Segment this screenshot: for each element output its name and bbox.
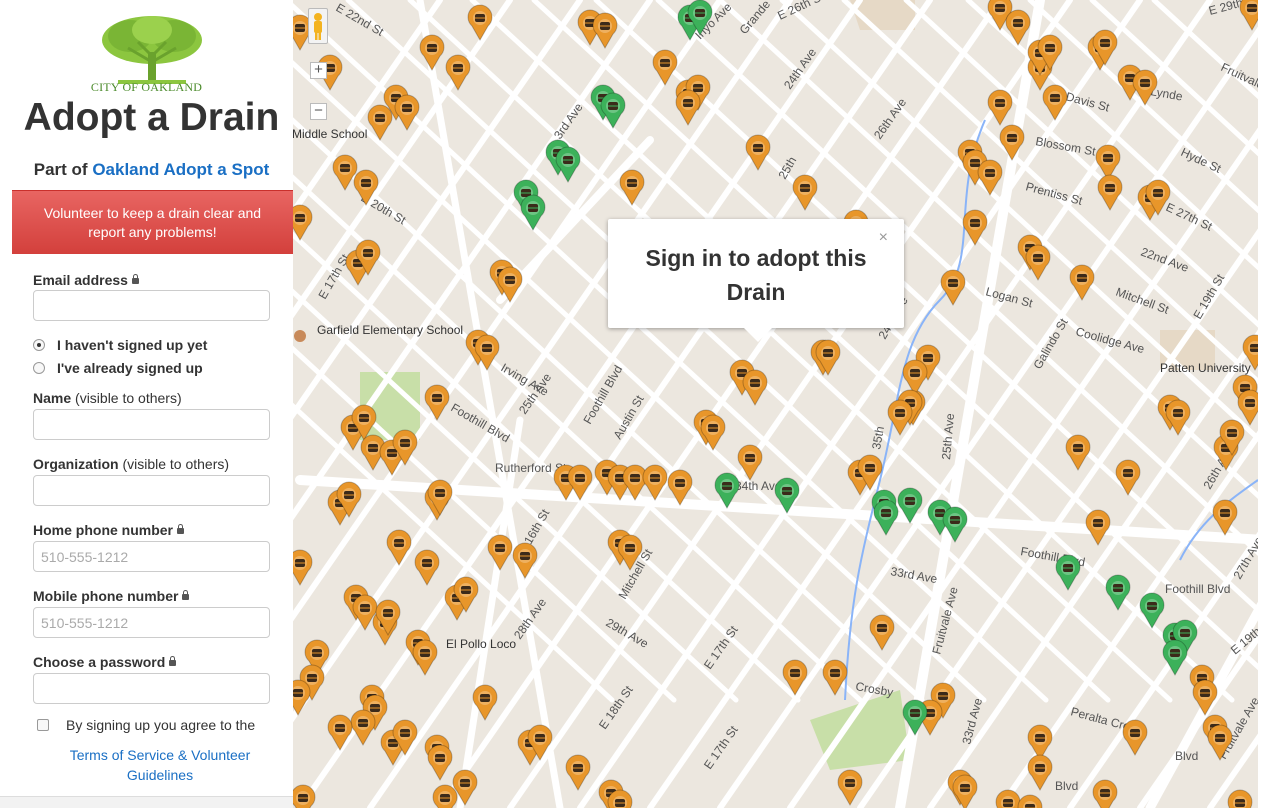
organization-label: Organization (visible to others)	[33, 456, 229, 472]
radio-selected-icon[interactable]	[33, 339, 45, 351]
radio-new-user[interactable]: I haven't signed up yet	[33, 337, 207, 353]
street-label: Crosby	[854, 679, 894, 699]
place-label: El Pollo Loco	[446, 637, 516, 651]
password-label: Choose a password	[33, 654, 177, 670]
sidebar: CITY OF OAKLAND Adopt a Drain Part of Oa…	[0, 0, 294, 808]
name-field[interactable]	[33, 409, 270, 440]
mobile-phone-label: Mobile phone number	[33, 588, 190, 604]
name-hint: (visible to others)	[75, 390, 182, 406]
agree-text: By signing up you agree to the	[66, 717, 256, 733]
street-label: 35th	[869, 425, 887, 450]
password-field[interactable]	[33, 673, 270, 704]
street-label: Foothill Blvd	[1165, 582, 1230, 596]
street-label: Prentiss St	[1024, 179, 1084, 208]
lock-icon	[182, 590, 190, 600]
name-label: Name (visible to others)	[33, 390, 182, 406]
terms-checkbox[interactable]	[37, 719, 49, 731]
street-label: Coolidge Ave	[1074, 324, 1146, 356]
avenue-line	[456, 416, 524, 808]
street-label: 25th Ave	[939, 412, 957, 460]
street-view-pegman[interactable]	[308, 8, 328, 44]
street-label: 25th	[775, 154, 799, 181]
password-label-text: Choose a password	[33, 654, 166, 670]
lock-icon	[169, 656, 177, 666]
street-label: Blvd	[1175, 749, 1198, 763]
home-phone-label: Home phone number	[33, 522, 185, 538]
adopt-a-spot-link[interactable]: Oakland Adopt a Spot	[92, 160, 269, 179]
oakland-tree-logo	[102, 16, 202, 84]
street-label: 33rd Ave	[889, 564, 938, 586]
zoom-in-button[interactable]: +	[310, 62, 327, 79]
street-label: E 22nd St	[334, 0, 387, 39]
radio-unselected-icon[interactable]	[33, 362, 45, 374]
place-label: Patten University	[1160, 361, 1251, 375]
email-field[interactable]	[33, 290, 270, 321]
email-label: Email address	[33, 272, 139, 288]
email-label-text: Email address	[33, 272, 128, 288]
lock-icon	[131, 274, 139, 284]
street-label: Blvd	[1055, 779, 1078, 793]
street-label: 29th Ave	[604, 615, 652, 651]
radio-existing-user-label: I've already signed up	[57, 360, 203, 376]
mobile-phone-field[interactable]	[33, 607, 270, 638]
volunteer-banner: Volunteer to keep a drain clear and repo…	[12, 190, 293, 254]
home-phone-field[interactable]	[33, 541, 270, 572]
popup-title-line2: Drain	[726, 279, 786, 305]
mobile-phone-label-text: Mobile phone number	[33, 588, 179, 604]
radio-existing-user[interactable]: I've already signed up	[33, 360, 203, 376]
organization-field[interactable]	[33, 475, 270, 506]
map-right-edge	[1258, 0, 1264, 808]
city-label: CITY OF OAKLAND	[90, 80, 203, 94]
available-drain-marker-drain-icon	[1025, 804, 1035, 808]
place-label: Middle School	[293, 127, 367, 141]
street-line	[647, 0, 1213, 808]
lock-icon	[177, 524, 185, 534]
street-label: 3rd Ave	[551, 100, 586, 141]
street-label: Blossom St	[1034, 134, 1097, 158]
place-label: Garfield Elementary School	[317, 323, 463, 337]
subtitle: Part of Oakland Adopt a Spot	[0, 160, 293, 180]
school-icon	[294, 330, 306, 342]
name-label-text: Name	[33, 390, 72, 406]
organization-hint: (visible to others)	[122, 456, 230, 472]
zoom-out-button[interactable]: −	[310, 103, 327, 120]
terms-link[interactable]: Terms of Service & Volunteer Guidelines	[40, 745, 280, 785]
sidebar-footer	[0, 796, 293, 808]
close-icon[interactable]: ×	[879, 229, 888, 247]
organization-label-text: Organization	[33, 456, 119, 472]
app-title: Adopt a Drain	[23, 96, 280, 139]
popup-title-line1: Sign in to adopt this	[645, 245, 867, 271]
radio-new-user-label: I haven't signed up yet	[57, 337, 208, 353]
subtitle-prefix: Part of	[33, 160, 93, 179]
map[interactable]: E 22nd St E 26th St E 29th St Inyo Ave Grand…	[293, 0, 1264, 808]
home-phone-label-text: Home phone number	[33, 522, 174, 538]
street-label: Hyde St	[1179, 145, 1224, 176]
popup-title: Sign in to adopt this Drain	[608, 241, 904, 309]
pegman-icon[interactable]	[309, 9, 327, 43]
map-canvas[interactable]: E 22nd St E 26th St E 29th StInyo Ave Grand…	[293, 0, 1264, 808]
sign-in-popup: Sign in to adopt this Drain ×	[608, 219, 904, 342]
